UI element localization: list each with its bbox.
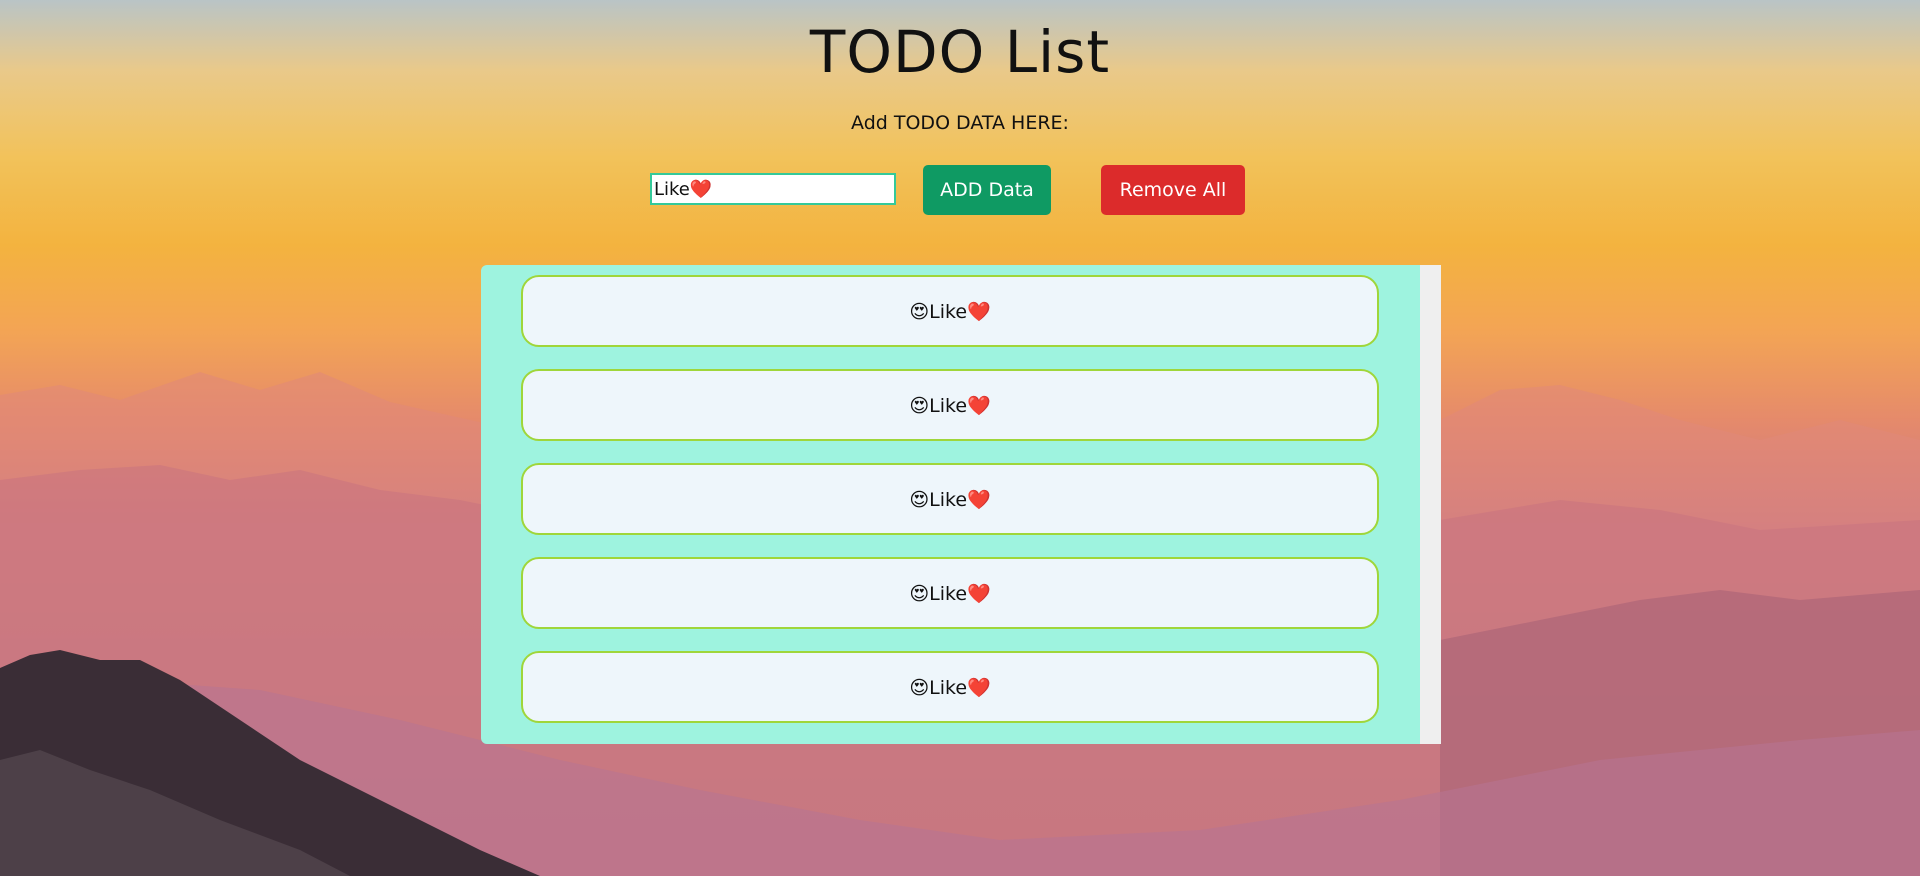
page-subtitle: Add TODO DATA HERE: [851,112,1069,134]
list-scrollbar[interactable] [1420,265,1441,744]
todo-list: 😍Like❤️ 😍Like❤️ 😍Like❤️ 😍Like❤️ 😍Like❤️ [481,265,1441,744]
list-item-text: 😍Like❤️ [909,582,991,605]
todo-input-value: Like❤️ [654,178,713,200]
todo-input[interactable]: Like❤️ [650,173,896,205]
list-item: 😍Like❤️ [521,463,1379,535]
list-item-text: 😍Like❤️ [909,300,991,323]
list-item-text: 😍Like❤️ [909,676,991,699]
remove-all-button[interactable]: Remove All [1101,165,1245,215]
list-item: 😍Like❤️ [521,275,1379,347]
list-item: 😍Like❤️ [521,651,1379,723]
add-data-button[interactable]: ADD Data [923,165,1051,215]
list-item: 😍Like❤️ [521,557,1379,629]
page-title: TODO List [809,18,1111,86]
list-item: 😍Like❤️ [521,369,1379,441]
list-item-text: 😍Like❤️ [909,488,991,511]
list-item-text: 😍Like❤️ [909,394,991,417]
